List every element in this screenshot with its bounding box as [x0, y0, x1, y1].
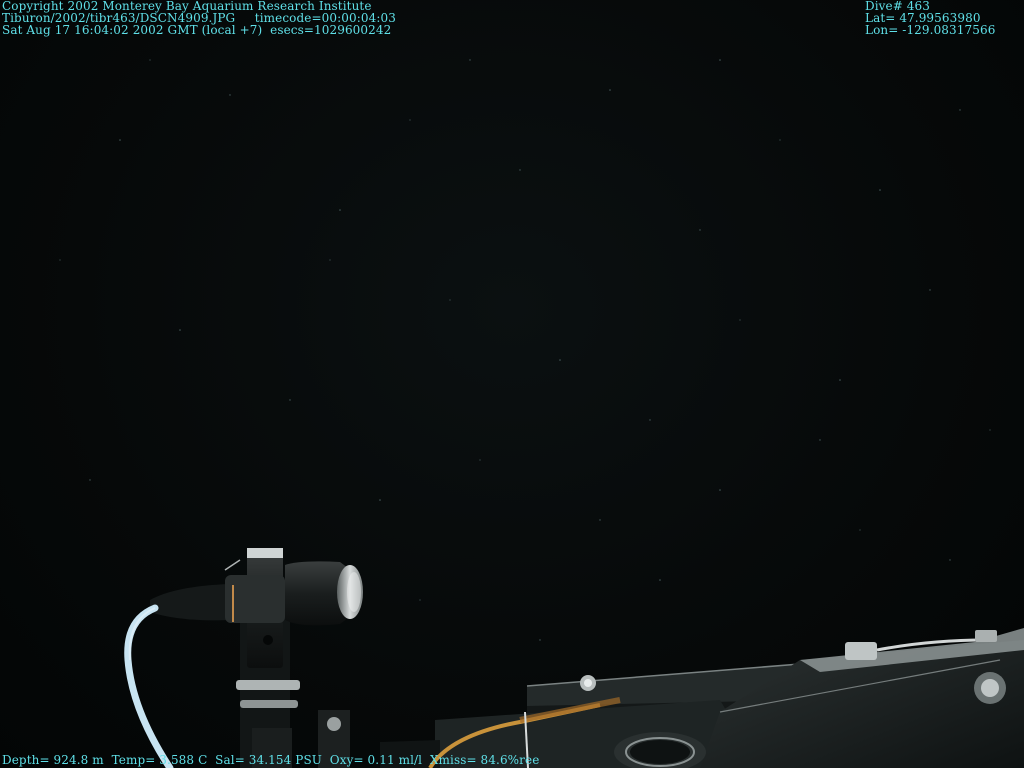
underwater-scene [59, 59, 1024, 768]
overlay-datetime-line: Sat Aug 17 16:04:02 2002 GMT (local +7) … [2, 23, 392, 37]
light-blue-cable [124, 604, 174, 768]
camera-frame: Copyright 2002 Monterey Bay Aquarium Res… [0, 0, 1024, 768]
marine-snow-particles [59, 59, 991, 641]
overlay-longitude: Lon= -129.08317566 [865, 23, 996, 37]
overlay-sensor-readings: Depth= 924.8 m Temp= 3.588 C Sal= 34.154… [2, 753, 540, 767]
